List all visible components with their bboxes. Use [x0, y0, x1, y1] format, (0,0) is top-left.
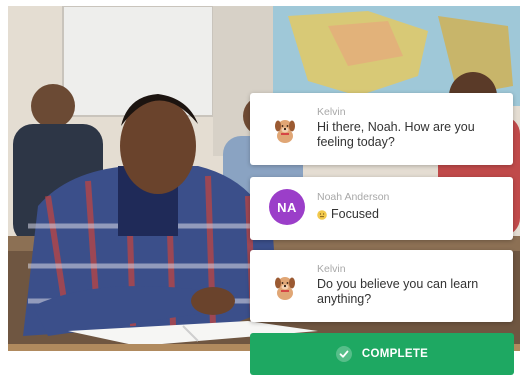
complete-button-label: COMPLETE — [361, 348, 429, 360]
message-sender: Noah Anderson — [317, 191, 390, 203]
check-icon — [335, 346, 352, 362]
dog-mascot-icon — [270, 115, 300, 145]
avatar: NA — [269, 189, 305, 225]
dog-mascot-icon — [270, 272, 300, 302]
chat-message-card: Kelvin Hi there, Noah. How are you feeli… — [250, 93, 513, 165]
chat-message-card: Kelvin Do you believe you can learn anyt… — [250, 250, 513, 322]
message-sender: Kelvin — [317, 263, 346, 275]
message-text: Do you believe you can learn anything? — [317, 277, 479, 306]
complete-button[interactable]: COMPLETE — [250, 333, 514, 375]
message-text: Focused — [331, 207, 379, 221]
message-text: Hi there, Noah. How are you feeling toda… — [317, 120, 475, 149]
chat-message-card: NA Noah Anderson Focused — [250, 177, 513, 240]
message-text-row: Focused — [317, 207, 502, 222]
neutral-face-emoji-icon — [317, 209, 327, 220]
message-sender: Kelvin — [317, 106, 346, 118]
